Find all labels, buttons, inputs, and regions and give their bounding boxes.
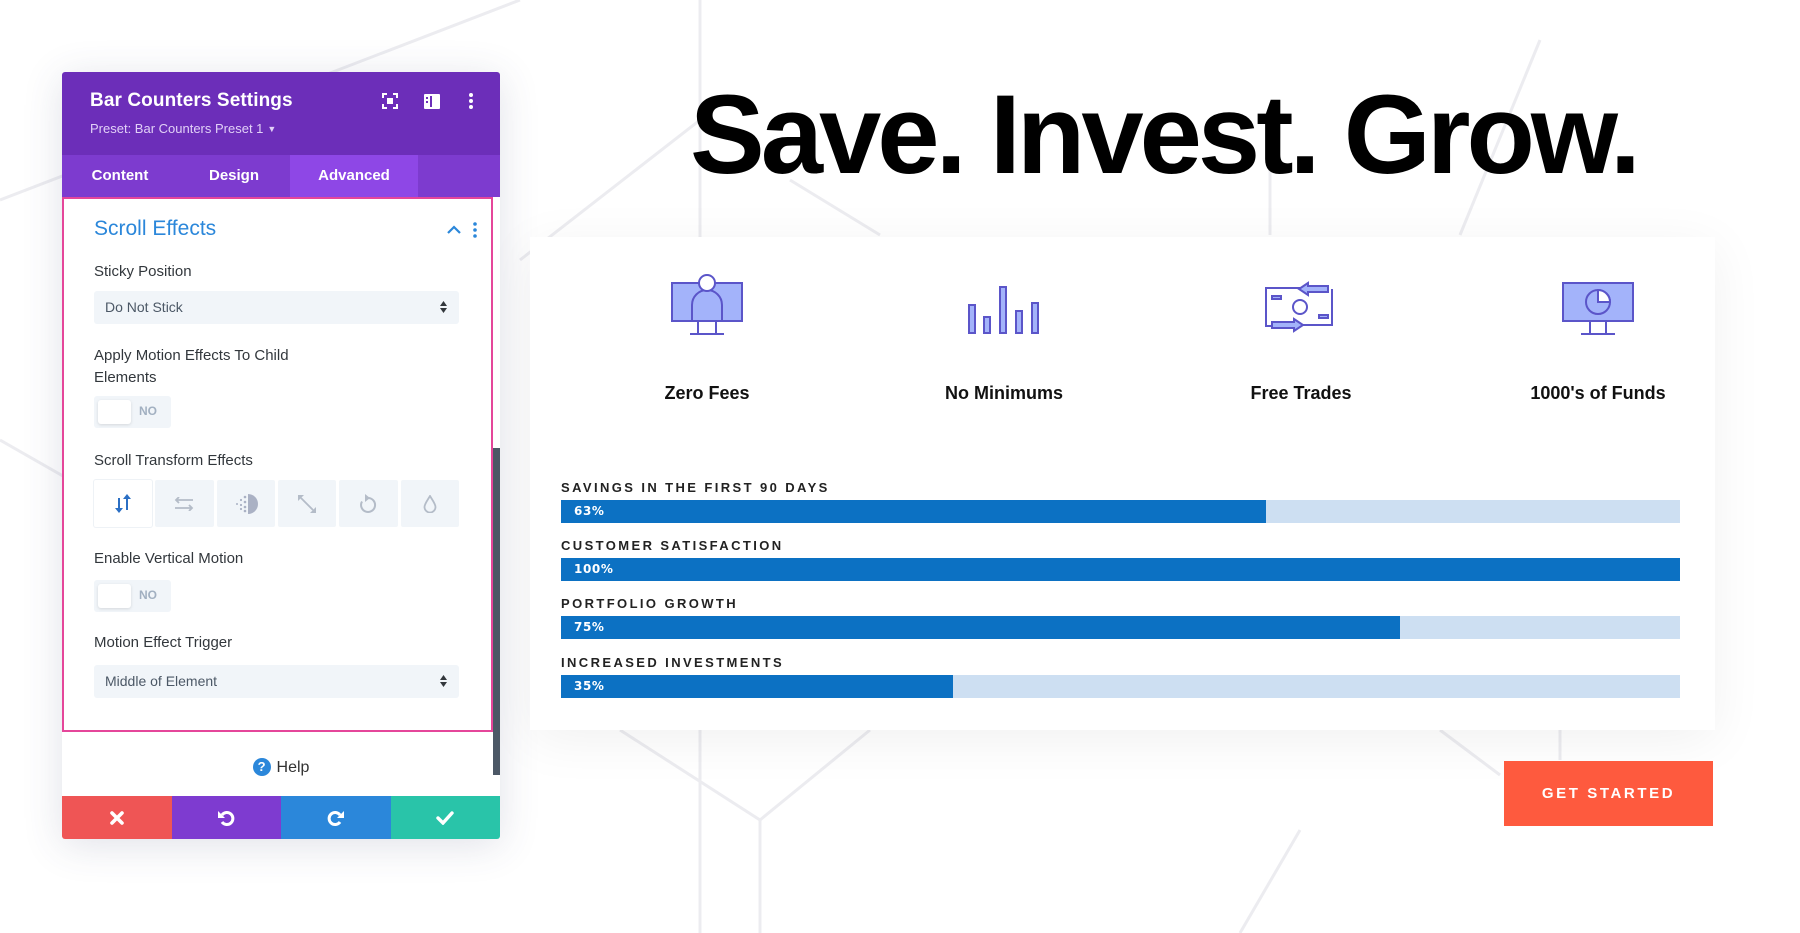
blur-icon [423,494,437,513]
scroll-effects-section: Scroll Effects Sticky Position Do Not St… [62,197,493,732]
rotating-button[interactable] [339,480,398,527]
redo-button[interactable] [281,796,391,839]
undo-icon [218,810,235,826]
layout-split-icon[interactable] [421,90,443,112]
settings-panel: Bar Counters Settings Preset: Bar Counte… [62,72,500,839]
preset-selector[interactable]: Preset: Bar Counters Preset 1 ▼ [90,121,276,136]
apply-motion-child-toggle[interactable]: NO [94,396,171,428]
page-headline: Save. Invest. Grow. [690,72,1641,197]
bar-track: 75% [561,616,1680,639]
select-arrows-icon [440,675,447,687]
monitor-person-icon [671,274,743,335]
tab-design[interactable]: Design [178,155,290,197]
get-started-button[interactable]: GET STARTED [1504,761,1713,826]
tab-advanced[interactable]: Advanced [290,155,418,197]
feature-label: Free Trades [1250,383,1352,403]
bar-fill: 63% [561,500,1266,523]
chevron-up-icon[interactable] [447,225,461,234]
feature-item: 1000's of Funds [1478,265,1718,404]
panel-scrollbar[interactable] [493,448,500,775]
apply-motion-child-label: Apply Motion Effects To Child Elements [94,347,289,386]
toggle-state: NO [139,588,157,602]
bar-label: INCREASED INVESTMENTS [561,655,785,670]
sticky-position-select[interactable]: Do Not Stick [94,291,459,324]
bar-percent: 75% [574,620,605,634]
motion-trigger-value: Middle of Element [105,673,218,689]
tab-content[interactable]: Content [62,155,178,197]
bar-track: 100% [561,558,1680,581]
bar-label: PORTFOLIO GROWTH [561,596,739,611]
select-arrows-icon [440,301,447,313]
help-link[interactable]: ? Help [62,758,500,777]
feature-label: No Minimums [944,383,1063,403]
bar-percent: 35% [574,679,605,693]
bar-percent: 63% [574,504,605,518]
preset-label: Preset: Bar Counters Preset 1 [90,121,264,136]
scroll-transform-label: Scroll Transform Effects [94,452,253,469]
feature-item: Zero Fees [587,265,827,404]
more-vertical-icon[interactable] [473,222,477,238]
money-exchange-icon [1265,281,1333,333]
undo-button[interactable] [171,796,281,839]
monitor-pie-chart-icon [1562,282,1634,335]
tab-bar: Content Design Advanced [62,155,500,197]
cancel-button[interactable] [62,796,172,839]
motion-trigger-label: Motion Effect Trigger [94,634,233,651]
more-vertical-icon[interactable] [460,90,482,112]
feature-item: No Minimums [884,265,1124,404]
vertical-motion-icon [115,493,132,513]
fading-button[interactable] [216,480,275,527]
toggle-knob [98,584,131,608]
feature-item: Free Trades [1181,265,1421,404]
close-icon [109,810,124,825]
scaling-button[interactable] [277,480,337,527]
help-label: Help [276,759,310,776]
scroll-transform-options [94,480,459,527]
bar-track: 63% [561,500,1680,523]
bar-track: 35% [561,675,1680,698]
sticky-position-label: Sticky Position [94,263,192,280]
bar-percent: 100% [574,562,614,576]
horizontal-motion-icon [175,496,194,511]
bar-chart-icon [968,286,1039,334]
caret-down-icon: ▼ [267,124,277,134]
horizontal-motion-button[interactable] [155,480,214,527]
bar-fill: 75% [561,616,1401,639]
bar-label: CUSTOMER SATISFACTION [561,538,784,553]
save-button[interactable] [390,796,500,839]
enable-vertical-motion-toggle[interactable]: NO [94,580,171,612]
toggle-state: NO [139,404,157,418]
vertical-motion-button[interactable] [94,480,153,527]
blur-button[interactable] [400,480,459,527]
panel-title: Bar Counters Settings [90,90,293,111]
bar-fill: 35% [561,675,953,698]
fading-icon [235,493,258,514]
motion-trigger-select[interactable]: Middle of Element [94,665,459,698]
feature-label: Zero Fees [664,383,750,403]
focus-icon[interactable] [379,90,401,112]
section-title[interactable]: Scroll Effects [94,217,216,241]
panel-footer [62,796,500,839]
features-card: Zero Fees No Minimums Free Trades 1000's… [530,237,1715,730]
help-icon: ? [252,758,271,776]
enable-vertical-motion-label: Enable Vertical Motion [94,550,244,567]
toggle-knob [98,400,131,424]
bar-fill: 100% [561,558,1680,581]
sticky-position-value: Do Not Stick [105,299,183,315]
panel-header: Bar Counters Settings Preset: Bar Counte… [62,72,500,155]
rotating-icon [360,493,377,513]
feature-label: 1000's of Funds [1530,383,1666,403]
scaling-icon [298,494,317,513]
bar-label: SAVINGS IN THE FIRST 90 DAYS [561,480,830,495]
redo-icon [327,810,344,826]
check-icon [436,810,454,825]
